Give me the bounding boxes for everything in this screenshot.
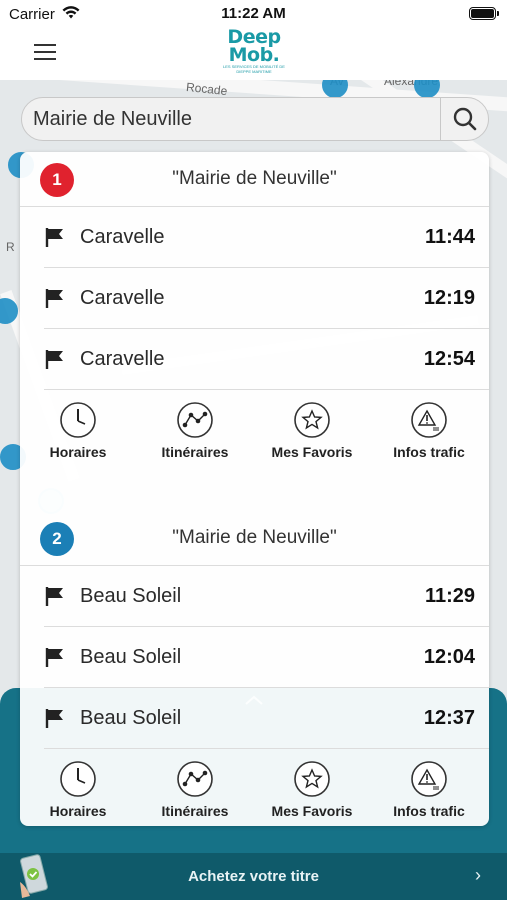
trafic-label: Infos trafic xyxy=(393,444,465,460)
stop-header: 2 "Mairie de Neuville" xyxy=(20,511,489,565)
star-icon xyxy=(294,402,330,438)
departure-row[interactable]: Caravelle 11:44 xyxy=(20,207,489,268)
flag-icon xyxy=(45,648,63,667)
route-icon xyxy=(177,402,213,438)
trafic-button[interactable]: Infos trafic xyxy=(379,390,479,460)
route-icon xyxy=(177,761,213,797)
clock-time: 11:22 AM xyxy=(221,5,286,22)
favoris-label: Mes Favoris xyxy=(271,444,353,460)
logo-tagline: LES SERVICES DE MOBILITÉ DE DIEPPE MARIT… xyxy=(223,64,285,74)
menu-icon[interactable] xyxy=(34,44,56,60)
flag-icon xyxy=(45,228,63,247)
warning-icon xyxy=(411,402,447,438)
stop-header: 1 "Mairie de Neuville" xyxy=(20,152,489,206)
departures-card: 1 "Mairie de Neuville" Caravelle 11:44 C… xyxy=(20,152,489,826)
clock-icon xyxy=(60,761,96,797)
stop-title: "Mairie de Neuville" xyxy=(172,168,337,189)
chevron-right-icon: › xyxy=(475,865,481,885)
stop-search-bar[interactable]: Mairie de Neuville xyxy=(21,97,489,141)
departure-time: 12:54 xyxy=(423,348,475,370)
departure-time: 12:04 xyxy=(423,646,475,668)
app-logo: Deep Mob. LES SERVICES DE MOBILITÉ DE DI… xyxy=(222,28,286,78)
departure-row[interactable]: Caravelle 12:19 xyxy=(20,268,489,329)
status-bar: Carrier 11:22 AM xyxy=(0,0,507,28)
flag-icon xyxy=(45,709,63,728)
logo-text-bottom: Mob. xyxy=(228,44,280,66)
search-input[interactable]: Mairie de Neuville xyxy=(33,108,192,131)
departure-row[interactable]: Caravelle 12:54 xyxy=(20,329,489,390)
horaires-button[interactable]: Horaires xyxy=(28,390,128,460)
departure-row[interactable]: Beau Soleil 11:29 xyxy=(20,566,489,627)
favoris-button[interactable]: Mes Favoris xyxy=(262,390,362,460)
flag-icon xyxy=(45,587,63,606)
clock-icon xyxy=(60,402,96,438)
stop-actions: Horaires Itinéraires Mes Favoris Infos t… xyxy=(20,749,489,826)
search-icon[interactable] xyxy=(442,98,488,140)
destination-label: Beau Soleil xyxy=(80,646,182,668)
search-divider xyxy=(440,98,441,140)
destination-label: Beau Soleil xyxy=(80,585,182,607)
departure-time: 11:29 xyxy=(424,585,475,607)
buy-ticket-bar[interactable]: Achetez votre titre › xyxy=(0,853,507,900)
trafic-label: Infos trafic xyxy=(393,803,465,819)
destination-label: Caravelle xyxy=(80,348,165,370)
itineraires-button[interactable]: Itinéraires xyxy=(145,749,245,819)
departure-time: 12:19 xyxy=(423,287,475,309)
destination-label: Beau Soleil xyxy=(80,707,182,729)
departure-time: 11:44 xyxy=(424,226,475,248)
departure-time: 12:37 xyxy=(423,707,475,729)
destination-label: Caravelle xyxy=(80,287,165,309)
flag-icon xyxy=(45,350,63,369)
map-street-label: R xyxy=(6,240,15,254)
flag-icon xyxy=(45,289,63,308)
horaires-button[interactable]: Horaires xyxy=(28,749,128,819)
map-street-label: Rocade xyxy=(185,80,228,99)
star-icon xyxy=(294,761,330,797)
horaires-label: Horaires xyxy=(49,444,107,460)
phone-ticket-icon xyxy=(20,854,48,898)
destination-label: Caravelle xyxy=(80,226,165,248)
favoris-button[interactable]: Mes Favoris xyxy=(262,749,362,819)
departure-row[interactable]: Beau Soleil 12:04 xyxy=(20,627,489,688)
warning-icon xyxy=(411,761,447,797)
stop-actions: Horaires Itinéraires Mes Favoris Infos t… xyxy=(20,390,489,468)
departure-row[interactable]: Beau Soleil 12:37 xyxy=(20,688,489,749)
app-header: Deep Mob. LES SERVICES DE MOBILITÉ DE DI… xyxy=(0,28,507,80)
itineraires-label: Itinéraires xyxy=(161,444,229,460)
trafic-button[interactable]: Infos trafic xyxy=(379,749,479,819)
buy-ticket-label: Achetez votre titre xyxy=(188,868,319,885)
stop-title: "Mairie de Neuville" xyxy=(172,527,337,548)
battery-icon xyxy=(469,7,499,20)
favoris-label: Mes Favoris xyxy=(271,803,353,819)
horaires-label: Horaires xyxy=(49,803,107,819)
itineraires-button[interactable]: Itinéraires xyxy=(145,390,245,460)
itineraires-label: Itinéraires xyxy=(161,803,229,819)
